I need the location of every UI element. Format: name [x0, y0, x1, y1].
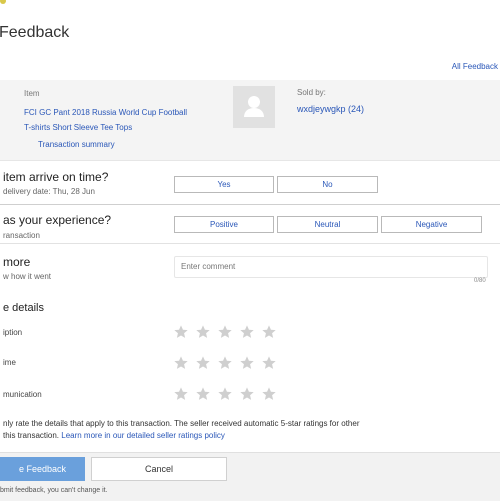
star-icon[interactable] — [173, 324, 189, 340]
cancel-button[interactable]: Cancel — [91, 457, 227, 481]
experience-sub: ransaction — [3, 231, 40, 240]
leave-feedback-button[interactable]: e Feedback — [0, 457, 85, 481]
transaction-summary-link[interactable]: Transaction summary — [38, 140, 115, 149]
experience-question: as your experience? — [3, 213, 112, 227]
ratings-note-line1: nly rate the details that apply to this … — [3, 419, 360, 428]
comment-counter: 0/80 — [474, 278, 486, 284]
seller-ratings-policy-link[interactable]: Learn more in our detailed seller rating… — [61, 431, 225, 440]
star-icon[interactable] — [173, 386, 189, 402]
star-rating-communication[interactable] — [173, 386, 277, 402]
arrive-question: item arrive on time? — [3, 170, 109, 184]
seller-link[interactable]: wxdjeywgkp (24) — [297, 104, 364, 114]
page-title: Feedback — [0, 24, 70, 41]
divider — [0, 204, 500, 205]
star-icon[interactable] — [217, 355, 233, 371]
person-placeholder-icon — [233, 86, 275, 128]
neutral-button[interactable]: Neutral — [277, 216, 378, 233]
star-icon[interactable] — [173, 355, 189, 371]
star-icon[interactable] — [195, 386, 211, 402]
star-icon[interactable] — [239, 324, 255, 340]
item-title-line2[interactable]: T-shirts Short Sleeve Tee Tops — [24, 123, 132, 132]
star-icon[interactable] — [195, 355, 211, 371]
detail-label-communication: munication — [3, 390, 42, 399]
comment-input[interactable]: Enter comment — [174, 256, 488, 278]
item-thumbnail — [233, 86, 275, 128]
negative-button[interactable]: Negative — [381, 216, 482, 233]
status-dot — [0, 0, 6, 4]
star-icon[interactable] — [261, 386, 277, 402]
star-icon[interactable] — [217, 386, 233, 402]
more-sub: w how it went — [3, 272, 52, 281]
star-rating-description[interactable] — [173, 324, 277, 340]
more-title: more — [3, 255, 31, 269]
star-rating-time[interactable] — [173, 355, 277, 371]
star-icon[interactable] — [239, 386, 255, 402]
footer-note: bmit feedback, you can't change it. — [0, 487, 108, 494]
ratings-note-text: this transaction. — [3, 431, 62, 440]
item-label: Item — [24, 89, 40, 98]
positive-button[interactable]: Positive — [174, 216, 274, 233]
divider — [0, 243, 500, 244]
star-icon[interactable] — [239, 355, 255, 371]
star-icon[interactable] — [261, 355, 277, 371]
yes-button[interactable]: Yes — [174, 176, 274, 193]
star-icon[interactable] — [261, 324, 277, 340]
star-icon[interactable] — [195, 324, 211, 340]
all-feedback-link[interactable]: All Feedback — [452, 62, 498, 71]
ratings-note-line2: this transaction. Learn more in our deta… — [3, 430, 225, 442]
sold-by-label: Sold by: — [297, 88, 326, 97]
delivery-date: delivery date: Thu, 28 Jun — [3, 187, 95, 196]
no-button[interactable]: No — [277, 176, 378, 193]
detail-label-description: iption — [3, 328, 23, 337]
detail-label-time: ime — [3, 358, 16, 367]
item-title-line1[interactable]: FCI GC Pant 2018 Russia World Cup Footba… — [24, 108, 187, 117]
star-icon[interactable] — [217, 324, 233, 340]
details-title: e details — [3, 302, 44, 314]
